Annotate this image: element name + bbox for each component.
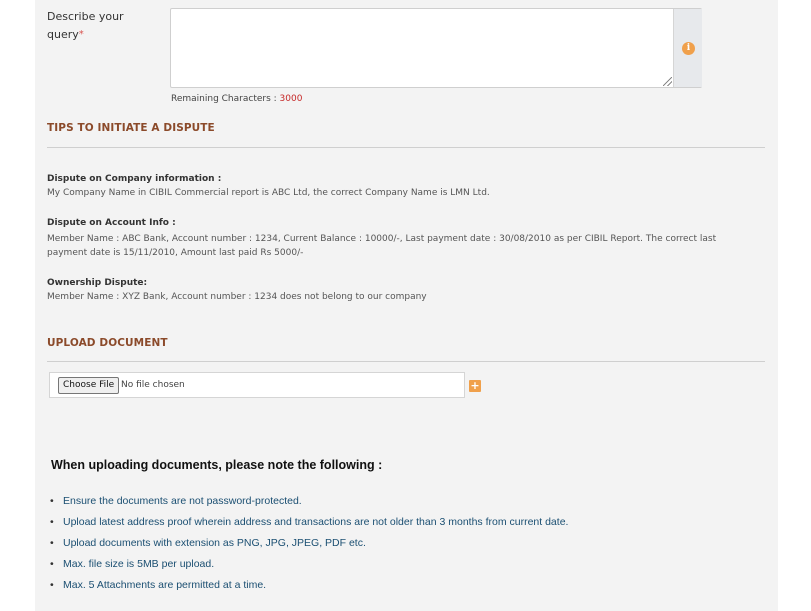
tip-heading-company: Dispute on Company information :: [47, 174, 222, 184]
tip-heading-ownership: Ownership Dispute:: [47, 278, 148, 288]
tip-heading-account: Dispute on Account Info :: [47, 218, 176, 228]
list-item: Ensure the documents are not password-pr…: [50, 493, 568, 514]
required-marker: *: [78, 29, 84, 40]
resize-grip-icon[interactable]: [663, 77, 672, 86]
query-textarea[interactable]: [171, 9, 677, 91]
upload-divider: [47, 361, 765, 362]
file-input[interactable]: Choose File No file chosen: [49, 372, 465, 398]
remaining-characters: Remaining Characters : 3000: [171, 94, 302, 104]
tips-title: TIPS TO INITIATE A DISPUTE: [47, 122, 215, 134]
list-item: Upload documents with extension as PNG, …: [50, 535, 568, 556]
list-item: Max. file size is 5MB per upload.: [50, 556, 568, 577]
query-textarea-wrapper: i: [170, 8, 702, 91]
upload-title: UPLOAD DOCUMENT: [47, 337, 168, 349]
tips-divider: [47, 147, 765, 148]
list-item: Upload latest address proof wherein addr…: [50, 514, 568, 535]
tip-text-ownership: Member Name : XYZ Bank, Account number :…: [47, 292, 427, 302]
remaining-label: Remaining Characters :: [171, 94, 280, 104]
upload-notes-title: When uploading documents, please note th…: [51, 458, 383, 472]
query-label-text: Describe your query: [47, 10, 124, 41]
add-file-plus-icon[interactable]: +: [469, 380, 481, 392]
tip-text-account: Member Name : ABC Bank, Account number :…: [47, 234, 717, 258]
remaining-count: 3000: [279, 94, 303, 104]
info-icon[interactable]: i: [682, 42, 695, 55]
query-label: Describe your query*: [47, 8, 157, 44]
upload-notes-list: Ensure the documents are not password-pr…: [50, 493, 568, 598]
list-item: Max. 5 Attachments are permitted at a ti…: [50, 577, 568, 598]
file-status: No file chosen: [121, 380, 185, 390]
choose-file-button[interactable]: Choose File: [58, 377, 120, 394]
query-info-addon: i: [673, 9, 702, 87]
tip-text-company: My Company Name in CIBIL Commercial repo…: [47, 188, 490, 198]
